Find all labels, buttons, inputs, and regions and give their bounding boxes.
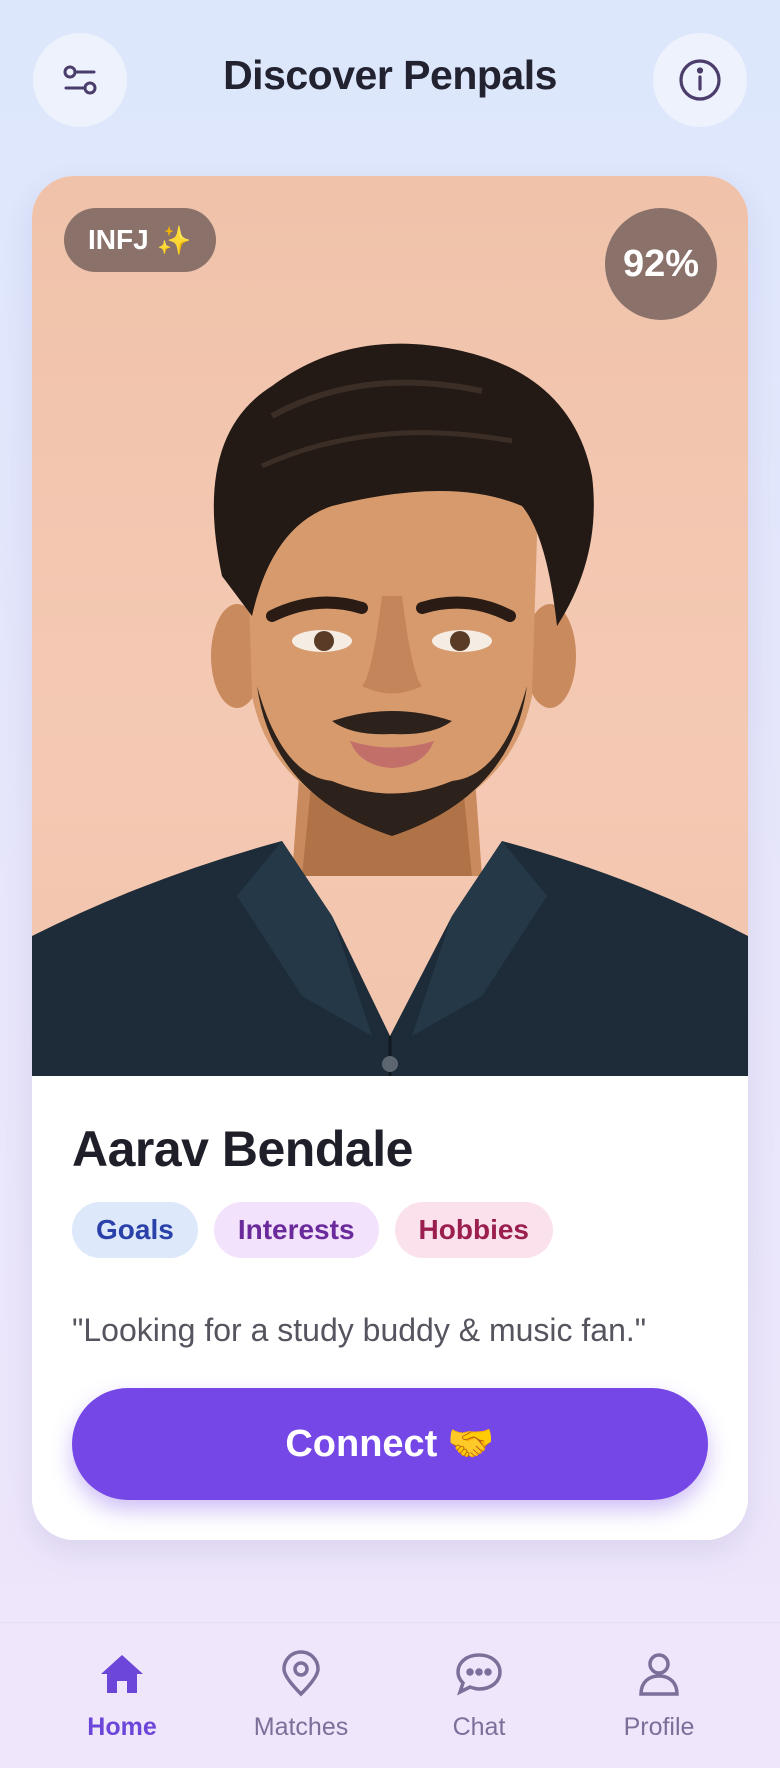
chat-bubble-icon [456,1653,502,1696]
nav-matches-label: Matches [253,1713,349,1741]
tag-interests[interactable]: Interests [213,1202,379,1258]
location-pin-icon [282,1650,320,1697]
profile-card[interactable]: INFJ ✨ 92% Aarav Bendale Goals Interests… [32,176,748,1540]
mbti-badge: INFJ ✨ [64,208,216,272]
nav-profile-label: Profile [623,1713,695,1741]
profile-info: Aarav Bendale Goals Interests Hobbies "L… [32,1076,748,1540]
nav-home[interactable]: Home [42,1649,202,1749]
tag-goals[interactable]: Goals [72,1202,198,1258]
bottom-navigation: Home Matches Chat Profile [0,1622,780,1768]
nav-home-label: Home [87,1713,157,1741]
profile-name: Aarav Bendale [72,1121,413,1177]
handshake-icon: 🤝 [447,1423,495,1465]
user-icon [639,1653,679,1696]
home-icon [101,1655,143,1693]
profile-photo: INFJ ✨ 92% [32,176,748,1076]
mbti-type: INFJ [88,224,149,255]
nav-chat-label: Chat [452,1713,506,1741]
connect-button[interactable]: Connect 🤝 [72,1388,708,1500]
info-button[interactable] [653,33,747,127]
match-percentage-badge: 92% [605,208,717,320]
profile-quote: "Looking for a study buddy & music fan." [72,1312,647,1348]
tag-hobbies[interactable]: Hobbies [394,1202,553,1258]
sparkles-icon: ✨ [156,224,192,256]
nav-chat[interactable]: Chat [399,1649,559,1749]
connect-label: Connect [285,1422,438,1465]
info-icon [679,59,721,101]
nav-profile[interactable]: Profile [579,1649,739,1749]
tag-list: Goals Interests Hobbies [72,1202,553,1258]
app-header: Discover Penpals [0,0,780,160]
nav-matches[interactable]: Matches [221,1649,381,1749]
